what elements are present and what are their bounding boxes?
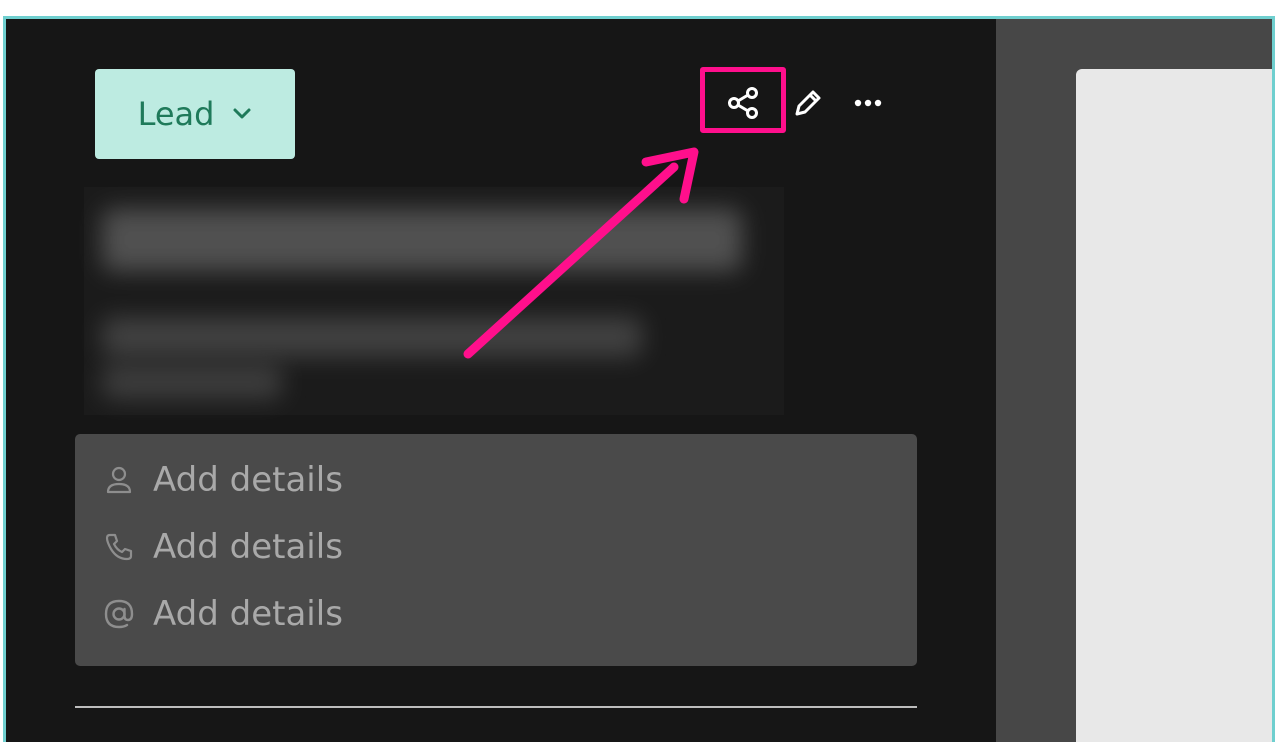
- pencil-icon[interactable]: [788, 83, 828, 123]
- redacted-address-line-2: [102, 365, 282, 399]
- side-panel-card: [1076, 69, 1272, 742]
- chevron-down-icon: [232, 107, 252, 121]
- redacted-address-line-1: [102, 317, 642, 357]
- record-panel: Lead Add details Add details Add details: [6, 19, 996, 742]
- share-icon[interactable]: [724, 83, 764, 123]
- detail-label: Add details: [153, 527, 343, 567]
- person-icon: [99, 460, 139, 500]
- status-label: Lead: [137, 95, 215, 133]
- redacted-info-area: [84, 187, 784, 415]
- detail-label: Add details: [153, 460, 343, 500]
- side-panel: [996, 19, 1272, 742]
- at-sign-icon: [99, 594, 139, 634]
- detail-label: Add details: [153, 594, 343, 634]
- app-frame: Lead Add details Add details Add details: [3, 16, 1275, 742]
- section-divider: [75, 706, 917, 708]
- contact-email-row[interactable]: Add details: [99, 594, 343, 634]
- more-horizontal-icon[interactable]: [848, 83, 888, 123]
- contact-phone-row[interactable]: Add details: [99, 527, 343, 567]
- contact-details-card: Add details Add details Add details: [75, 434, 917, 666]
- contact-person-row[interactable]: Add details: [99, 460, 343, 500]
- status-dropdown-button[interactable]: Lead: [95, 69, 295, 159]
- redacted-title: [102, 209, 742, 271]
- phone-icon: [99, 527, 139, 567]
